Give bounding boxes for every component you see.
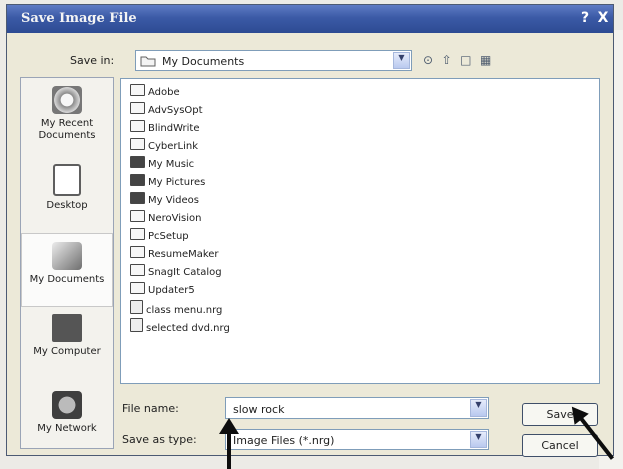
folder-icon xyxy=(130,264,145,276)
chevron-down-icon[interactable]: ▼ xyxy=(470,431,487,448)
nrg-file-icon xyxy=(130,300,143,314)
nrg-file-icon xyxy=(130,318,143,332)
places-bar: My Recent Documents Desktop My Documents… xyxy=(20,77,114,449)
pictures-folder-icon xyxy=(130,174,145,186)
cancel-button[interactable]: Cancel xyxy=(522,434,598,457)
folder-icon xyxy=(130,228,145,240)
pointer-arrow xyxy=(219,418,239,469)
folder-icon xyxy=(130,282,145,294)
close-button[interactable]: X xyxy=(593,9,613,28)
list-item[interactable]: Adobe xyxy=(130,84,180,102)
list-item[interactable]: My Pictures xyxy=(130,174,205,192)
list-item[interactable]: NeroVision xyxy=(130,210,202,228)
list-item[interactable]: SnagIt Catalog xyxy=(130,264,222,282)
save-image-dialog: Save Image File ? X Save in: My Document… xyxy=(6,4,614,457)
desktop-icon xyxy=(53,164,81,196)
folder-icon xyxy=(130,246,145,258)
view-menu-icon[interactable]: ▦ xyxy=(480,53,491,67)
place-desktop[interactable]: Desktop xyxy=(21,164,113,212)
folder-icon xyxy=(140,55,156,70)
videos-folder-icon xyxy=(130,192,145,204)
list-item[interactable]: Updater5 xyxy=(130,282,195,300)
list-item[interactable]: AdvSysOpt xyxy=(130,102,203,120)
toolbar: ⊙ ⇧ □ ▦ xyxy=(423,53,496,67)
folder-icon xyxy=(130,120,145,132)
file-name-input[interactable]: slow rock ▼ xyxy=(225,397,489,419)
help-button[interactable]: ? xyxy=(575,9,595,28)
new-folder-icon[interactable]: □ xyxy=(460,53,471,67)
list-item[interactable]: BlindWrite xyxy=(130,120,200,138)
place-my-documents[interactable]: My Documents xyxy=(21,233,113,307)
folder-icon xyxy=(130,84,145,96)
back-icon[interactable]: ⊙ xyxy=(423,53,433,67)
save-in-dropdown[interactable]: My Documents ▼ xyxy=(135,50,412,71)
file-list[interactable]: Adobe AdvSysOpt BlindWrite CyberLink My … xyxy=(120,78,600,384)
list-item[interactable]: CyberLink xyxy=(130,138,198,156)
folder-icon xyxy=(130,210,145,222)
place-my-network[interactable]: My Network xyxy=(21,391,113,435)
place-my-computer[interactable]: My Computer xyxy=(21,314,113,358)
my-documents-icon xyxy=(52,242,82,270)
save-in-value: My Documents xyxy=(162,55,245,68)
list-item[interactable]: class menu.nrg xyxy=(130,300,222,318)
place-my-recent-documents[interactable]: My Recent Documents xyxy=(21,86,113,142)
computer-icon xyxy=(52,314,82,342)
save-in-label: Save in: xyxy=(70,54,115,67)
list-item[interactable]: My Music xyxy=(130,156,194,174)
save-as-type-select[interactable]: Image Files (*.nrg) ▼ xyxy=(225,429,489,450)
music-folder-icon xyxy=(130,156,145,168)
network-icon xyxy=(52,391,82,419)
dialog-title: Save Image File xyxy=(21,11,137,26)
save-as-type-value: Image Files (*.nrg) xyxy=(233,434,335,447)
chevron-down-icon[interactable]: ▼ xyxy=(393,52,410,69)
list-item[interactable]: ResumeMaker xyxy=(130,246,219,264)
file-name-value: slow rock xyxy=(233,403,285,416)
list-item[interactable]: PcSetup xyxy=(130,228,189,246)
file-name-label: File name: xyxy=(122,402,179,415)
title-bar[interactable]: Save Image File ? X xyxy=(7,5,613,33)
up-folder-icon[interactable]: ⇧ xyxy=(442,53,452,67)
list-item[interactable]: selected dvd.nrg xyxy=(130,318,230,336)
chevron-down-icon[interactable]: ▼ xyxy=(470,399,487,417)
save-as-type-label: Save as type: xyxy=(122,433,197,446)
list-item[interactable]: My Videos xyxy=(130,192,199,210)
recent-documents-icon xyxy=(52,86,82,114)
folder-icon xyxy=(130,102,145,114)
folder-icon xyxy=(130,138,145,150)
